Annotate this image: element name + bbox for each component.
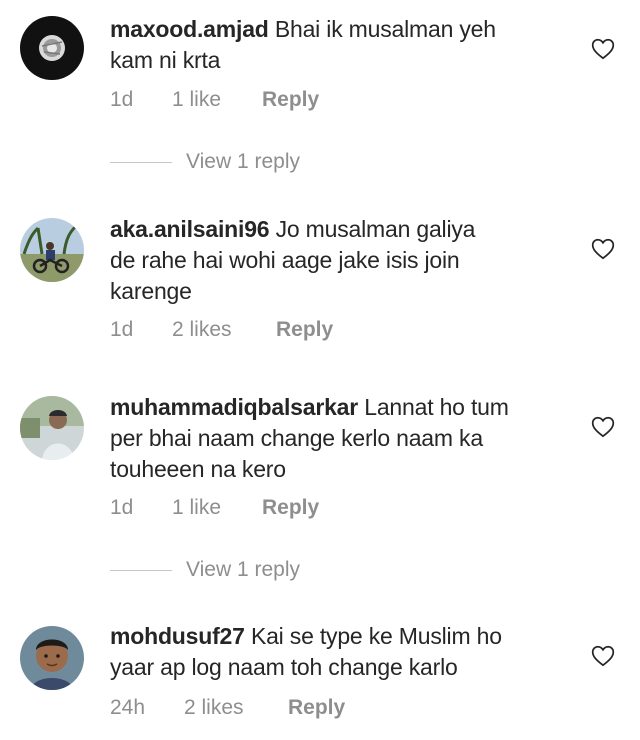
comment-meta: 1d 2 likes Reply (110, 318, 333, 342)
comment-likes[interactable]: 1 like (172, 88, 262, 112)
comment-text-line: per bhai naam change kerlo naam ka (110, 425, 483, 451)
comment-age: 1d (110, 88, 134, 111)
comment-body: muhammadiqbalsarkar Lannat ho tum per bh… (110, 392, 570, 485)
comment-meta: 1d 1 like Reply (110, 496, 319, 520)
comment-username[interactable]: mohdusuf27 (110, 623, 245, 649)
reply-button[interactable]: Reply (262, 496, 319, 520)
divider (110, 569, 172, 571)
comment-text-line: de rahe hai wohi aage jake isis join (110, 247, 460, 273)
view-replies-label: View 1 reply (186, 150, 301, 173)
heart-outline-icon[interactable] (590, 414, 616, 440)
comment-body: maxood.amjad Bhai ik musalman yeh kam ni… (110, 14, 570, 76)
comment-text-line: Lannat ho tum (364, 394, 509, 420)
comment-text-line: Bhai ik musalman yeh (274, 16, 496, 42)
comment-text-line: kam ni krta (110, 47, 221, 73)
heart-outline-icon[interactable] (590, 236, 616, 262)
view-replies-button[interactable]: View 1 reply (110, 558, 300, 582)
comment-meta: 24h 2 likes Reply (110, 696, 345, 720)
comment-username[interactable]: maxood.amjad (110, 16, 269, 42)
view-replies-label: View 1 reply (186, 558, 301, 581)
comment-likes[interactable]: 1 like (172, 496, 262, 520)
reply-button[interactable]: Reply (288, 696, 345, 720)
avatar[interactable] (20, 218, 84, 282)
reply-button[interactable]: Reply (262, 88, 319, 112)
heart-outline-icon[interactable] (590, 643, 616, 669)
comment-text-line: karenge (110, 278, 192, 304)
reply-button[interactable]: Reply (276, 318, 333, 342)
comment-body: aka.anilsaini96 Jo musalman galiya de ra… (110, 214, 570, 307)
comment-username[interactable]: muhammadiqbalsarkar (110, 394, 358, 420)
comment-age: 24h (110, 696, 146, 719)
comment-text-line: yaar ap log naam toh change karlo (110, 654, 458, 680)
avatar[interactable] (20, 16, 84, 80)
divider (110, 161, 172, 163)
avatar[interactable] (20, 626, 84, 690)
comment-age: 1d (110, 318, 134, 341)
avatar[interactable] (20, 396, 84, 460)
heart-outline-icon[interactable] (590, 36, 616, 62)
comment-likes[interactable]: 2 likes (172, 318, 276, 342)
comment-text-line: touheeen na kero (110, 456, 286, 482)
comment-text-line: Jo musalman galiya (275, 216, 476, 242)
comment-meta: 1d 1 like Reply (110, 88, 319, 112)
comment-body: mohdusuf27 Kai se type ke Muslim ho yaar… (110, 621, 570, 683)
comment-text-line: Kai se type ke Muslim ho (250, 623, 502, 649)
comment-age: 1d (110, 496, 134, 519)
view-replies-button[interactable]: View 1 reply (110, 150, 300, 174)
comment-username[interactable]: aka.anilsaini96 (110, 216, 270, 242)
comment-likes[interactable]: 2 likes (184, 696, 288, 720)
